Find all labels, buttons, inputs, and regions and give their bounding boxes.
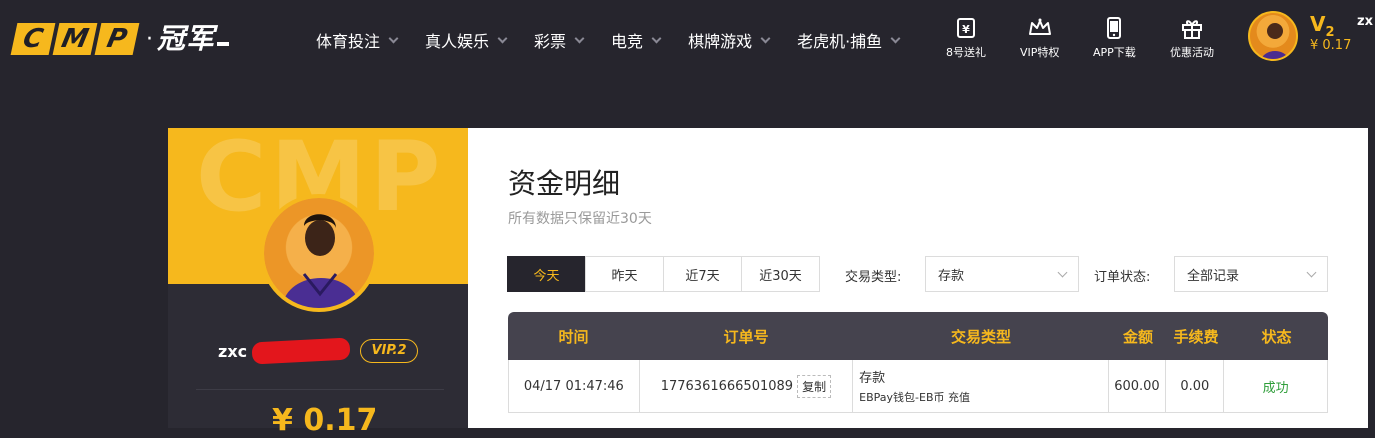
page-subtitle: 所有数据只保留近30天 — [508, 211, 652, 227]
profile-username: zxc — [218, 342, 248, 361]
chevron-down-icon — [388, 33, 399, 43]
order-number: 1776361666501089 — [660, 378, 794, 394]
page-title: 资金明细 — [508, 167, 621, 200]
nav-item-label: 彩票 — [534, 32, 567, 51]
quick-link-gift-8[interactable]: ¥ 8号送礼 — [946, 16, 986, 60]
vip-level-letter: V — [1310, 12, 1326, 36]
cell-amount: 600.00 — [1109, 360, 1167, 412]
column-header-status: 状态 — [1261, 327, 1292, 346]
column-header-order-no: 订单号 — [723, 327, 769, 346]
header-username[interactable]: zx — [1357, 14, 1373, 29]
fund-details-panel: 资金明细 所有数据只保留近30天 今天 昨天 近7天 近30天 交易类型: 存款… — [468, 128, 1368, 428]
cell-order-no: 1776361666501089 复制 — [640, 360, 854, 412]
nav-item-card-games[interactable]: 棋牌游戏 — [688, 28, 771, 52]
profile-avatar[interactable] — [260, 194, 378, 312]
nav-item-label: 老虎机·捕鱼 — [797, 32, 883, 51]
transaction-type-value: 存款 — [938, 268, 965, 284]
nav-item-esports[interactable]: 电竞 — [611, 28, 662, 52]
quick-link-app-download[interactable]: APP下载 — [1093, 16, 1136, 60]
profile-balance: ¥ 0.17 — [272, 403, 378, 438]
main-nav: 体育投注 真人娱乐 彩票 电竞 棋牌游戏 老虎机·捕鱼 — [316, 28, 927, 52]
crown-icon — [1028, 16, 1052, 40]
logo-dot: · — [146, 26, 153, 52]
column-header-time: 时间 — [558, 327, 589, 346]
nav-item-sports[interactable]: 体育投注 — [316, 28, 399, 52]
nav-item-label: 电竞 — [611, 32, 644, 51]
nav-item-live-casino[interactable]: 真人娱乐 — [425, 28, 508, 52]
logo-dash — [217, 42, 230, 46]
transaction-type-label: 交易类型: — [845, 270, 902, 285]
order-status-select[interactable]: 全部记录 — [1174, 256, 1328, 292]
quick-link-label: VIP特权 — [1020, 46, 1060, 59]
nav-item-label: 真人娱乐 — [425, 32, 490, 51]
transactions-table: 时间 订单号 交易类型 金额 手续费 状态 04/17 01:47:46 177… — [508, 312, 1328, 413]
avatar-person-icon — [282, 214, 360, 308]
phone-icon — [1106, 16, 1122, 40]
cell-time: 04/17 01:47:46 — [509, 360, 640, 412]
profile-card: CMP — [168, 128, 468, 428]
tab-last-7-days[interactable]: 近7天 — [663, 256, 742, 292]
gift-icon — [1181, 16, 1203, 40]
chevron-down-icon — [760, 33, 771, 43]
chevron-down-icon — [890, 33, 901, 43]
chevron-down-icon — [497, 33, 508, 43]
quick-link-label: 优惠活动 — [1170, 46, 1214, 59]
quick-link-promotions[interactable]: 优惠活动 — [1170, 16, 1214, 60]
avatar[interactable] — [1248, 11, 1298, 61]
cell-fee: 0.00 — [1166, 360, 1225, 412]
logo-letter: M — [52, 23, 98, 55]
cmp-logo[interactable]: C M P · 冠军 — [10, 22, 230, 56]
tab-last-30-days[interactable]: 近30天 — [741, 256, 820, 292]
column-header-amount: 金额 — [1122, 327, 1153, 346]
chevron-down-icon — [1306, 267, 1317, 278]
top-bar: C M P · 冠军 体育投注 真人娱乐 彩票 电竞 棋牌游戏 老虎机·捕鱼 ¥… — [0, 0, 1375, 78]
date-range-tabs: 今天 昨天 近7天 近30天 — [507, 256, 820, 292]
transaction-type: 存款 — [859, 371, 886, 386]
chevron-down-icon — [1057, 267, 1068, 278]
nav-item-lottery[interactable]: 彩票 — [534, 28, 585, 52]
chevron-down-icon — [651, 33, 662, 43]
table-header: 时间 订单号 交易类型 金额 手续费 状态 — [508, 312, 1328, 360]
nav-item-slots-fishing[interactable]: 老虎机·捕鱼 — [797, 28, 901, 52]
logo-letter: C — [10, 23, 56, 55]
vip-badge: VIP.2 — [360, 339, 418, 363]
tab-today[interactable]: 今天 — [507, 256, 586, 292]
header-balance: ¥ 0.17 — [1310, 38, 1352, 53]
table-row: 04/17 01:47:46 1776361666501089 复制 存款 EB… — [508, 360, 1328, 413]
status-badge: 成功 — [1262, 380, 1289, 396]
transaction-type-detail: EBPay钱包-EB币 充值 — [859, 391, 970, 404]
transaction-type-select[interactable]: 存款 — [925, 256, 1079, 292]
quick-link-label: APP下载 — [1093, 46, 1136, 59]
column-header-fee: 手续费 — [1173, 327, 1219, 346]
cell-type: 存款 EBPay钱包-EB币 充值 — [853, 360, 1109, 412]
quick-link-vip[interactable]: VIP特权 — [1020, 16, 1059, 60]
copy-button[interactable]: 复制 — [797, 374, 832, 398]
ticket-icon: ¥ — [956, 16, 976, 40]
logo-letters: C M P — [10, 23, 140, 55]
column-header-type: 交易类型 — [950, 327, 1011, 346]
order-status-value: 全部记录 — [1187, 268, 1240, 284]
logo-chinese-text: 冠军 — [157, 22, 216, 55]
chevron-down-icon — [574, 33, 585, 43]
quick-link-label: 8号送礼 — [946, 46, 986, 59]
nav-item-label: 棋牌游戏 — [688, 32, 753, 51]
logo-letter: P — [94, 23, 140, 55]
order-status-label: 订单状态: — [1094, 270, 1151, 285]
svg-text:¥: ¥ — [962, 23, 970, 36]
nav-item-label: 体育投注 — [316, 32, 381, 51]
profile-divider — [196, 389, 444, 390]
tab-yesterday[interactable]: 昨天 — [585, 256, 664, 292]
